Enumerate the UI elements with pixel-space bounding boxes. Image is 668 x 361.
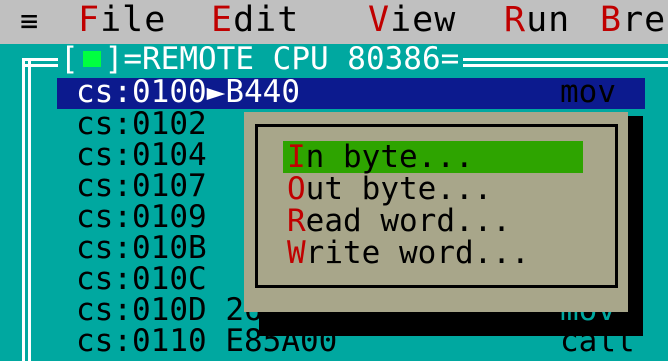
menu-item-label: rite word... [305, 235, 530, 271]
disasm-row[interactable]: cs:0109 [76, 202, 207, 233]
disasm-row[interactable]: cs:0104 [76, 140, 207, 171]
menu-run-label: un [526, 0, 571, 40]
menu-file[interactable]: File [78, 0, 166, 42]
disasm-row[interactable]: cs:0102 [76, 109, 207, 140]
close-box-icon[interactable] [82, 50, 101, 67]
disasm-row[interactable]: cs:0107 [76, 171, 207, 202]
disasm-row[interactable]: cs:010B [76, 233, 207, 264]
row-mnemonic: call [560, 323, 635, 359]
system-menu-icon[interactable]: ≡ [20, 0, 38, 44]
menu-file-label: ile [100, 0, 167, 40]
hotkey: W [287, 235, 306, 271]
menu-item-out-byte[interactable]: Out byte... [287, 173, 492, 205]
menu-item-label: ead word... [305, 203, 511, 239]
hotkey: R [287, 203, 306, 239]
menu-run-hotkey: R [504, 0, 527, 40]
disasm-row[interactable]: cs:010C [76, 264, 207, 295]
hotkey: O [287, 171, 306, 207]
row-address: cs:0100 [76, 74, 207, 110]
menu-edit-hotkey: E [211, 0, 234, 40]
menu-bar: ≡ File Edit View Run Bre [0, 0, 668, 44]
menu-view[interactable]: View [368, 0, 456, 42]
window-title: []=REMOTE CPU 80386= [58, 41, 464, 77]
disasm-row-current[interactable]: cs:0100►B440 [76, 77, 300, 108]
hotkey: I [287, 139, 306, 175]
menu-file-hotkey: F [78, 0, 101, 40]
window-title-text: =REMOTE CPU 80386= [123, 41, 460, 77]
window-frame-left [22, 58, 31, 361]
row-mnemonic: mov [560, 74, 616, 110]
row-bytes: B440 [225, 74, 300, 110]
menu-item-read-word[interactable]: Read word... [287, 205, 511, 237]
title-bracket-close: ] [104, 41, 124, 77]
current-ip-arrow-icon: ► [206, 74, 226, 110]
menu-item-label: n byte... [305, 139, 474, 175]
menu-breakpoints[interactable]: Bre [600, 0, 666, 42]
title-bracket-open: [ [60, 41, 79, 77]
menu-breakpoints-hotkey: B [600, 0, 623, 40]
menu-item-write-word[interactable]: Write word... [287, 237, 530, 269]
menu-edit[interactable]: Edit [211, 0, 299, 42]
menu-view-hotkey: V [368, 0, 391, 40]
debugger-screen: ≡ File Edit View Run Bre []=REMOTE CPU 8… [0, 0, 668, 361]
menu-item-in-byte[interactable]: In byte... [287, 141, 474, 173]
menu-view-label: iew [390, 0, 457, 40]
menu-breakpoints-label: re [622, 0, 667, 40]
menu-run[interactable]: Run [504, 0, 570, 42]
row-address: cs:0110 [76, 323, 207, 359]
menu-edit-label: dit [233, 0, 300, 40]
menu-item-label: ut byte... [305, 171, 493, 207]
